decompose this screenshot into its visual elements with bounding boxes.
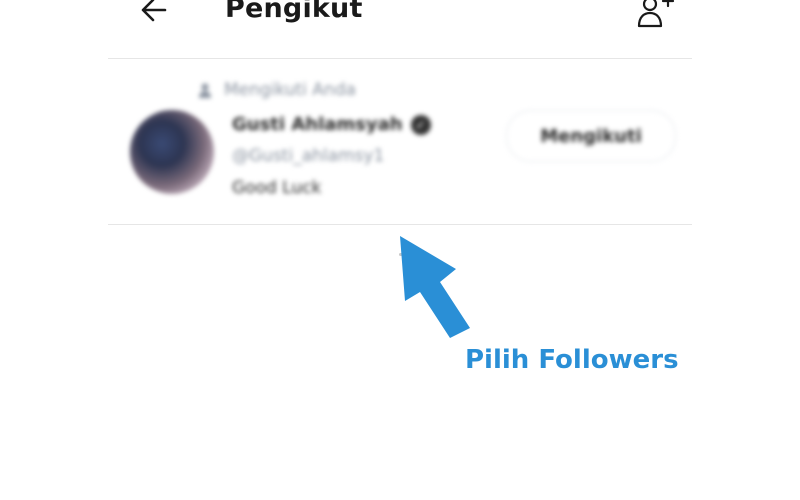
top-bar: Pengikut [108, 0, 692, 59]
follower-bio: Good Luck [232, 178, 322, 198]
scroll-indicator [399, 253, 405, 256]
follower-list-item[interactable]: Mengikuti Anda Gusti Ahlamsyah ✓ @Gusti_… [108, 58, 692, 225]
add-user-button[interactable] [636, 0, 676, 30]
annotation-label: Pilih Followers [465, 345, 679, 375]
verified-badge-icon: ✓ [410, 114, 431, 135]
back-button[interactable] [138, 0, 170, 26]
follower-name[interactable]: Gusti Ahlamsyah [232, 114, 403, 135]
annotation-arrow-icon [400, 236, 470, 338]
person-icon [199, 83, 211, 98]
follows-you-label: Mengikuti Anda [224, 80, 356, 100]
follower-handle: @Gusti_ahlamsy1 [232, 146, 385, 166]
person-add-icon [637, 0, 675, 28]
page-title: Pengikut [225, 0, 363, 24]
follows-you-indicator: Mengikuti Anda [198, 80, 356, 100]
arrow-left-icon [141, 0, 167, 22]
avatar[interactable] [130, 110, 214, 194]
followers-screen: Pengikut Mengikuti Anda Gusti Ahlamsyah … [0, 0, 800, 500]
follower-name-line: Gusti Ahlamsyah ✓ [232, 114, 431, 135]
following-button[interactable]: Mengikuti [506, 110, 676, 162]
